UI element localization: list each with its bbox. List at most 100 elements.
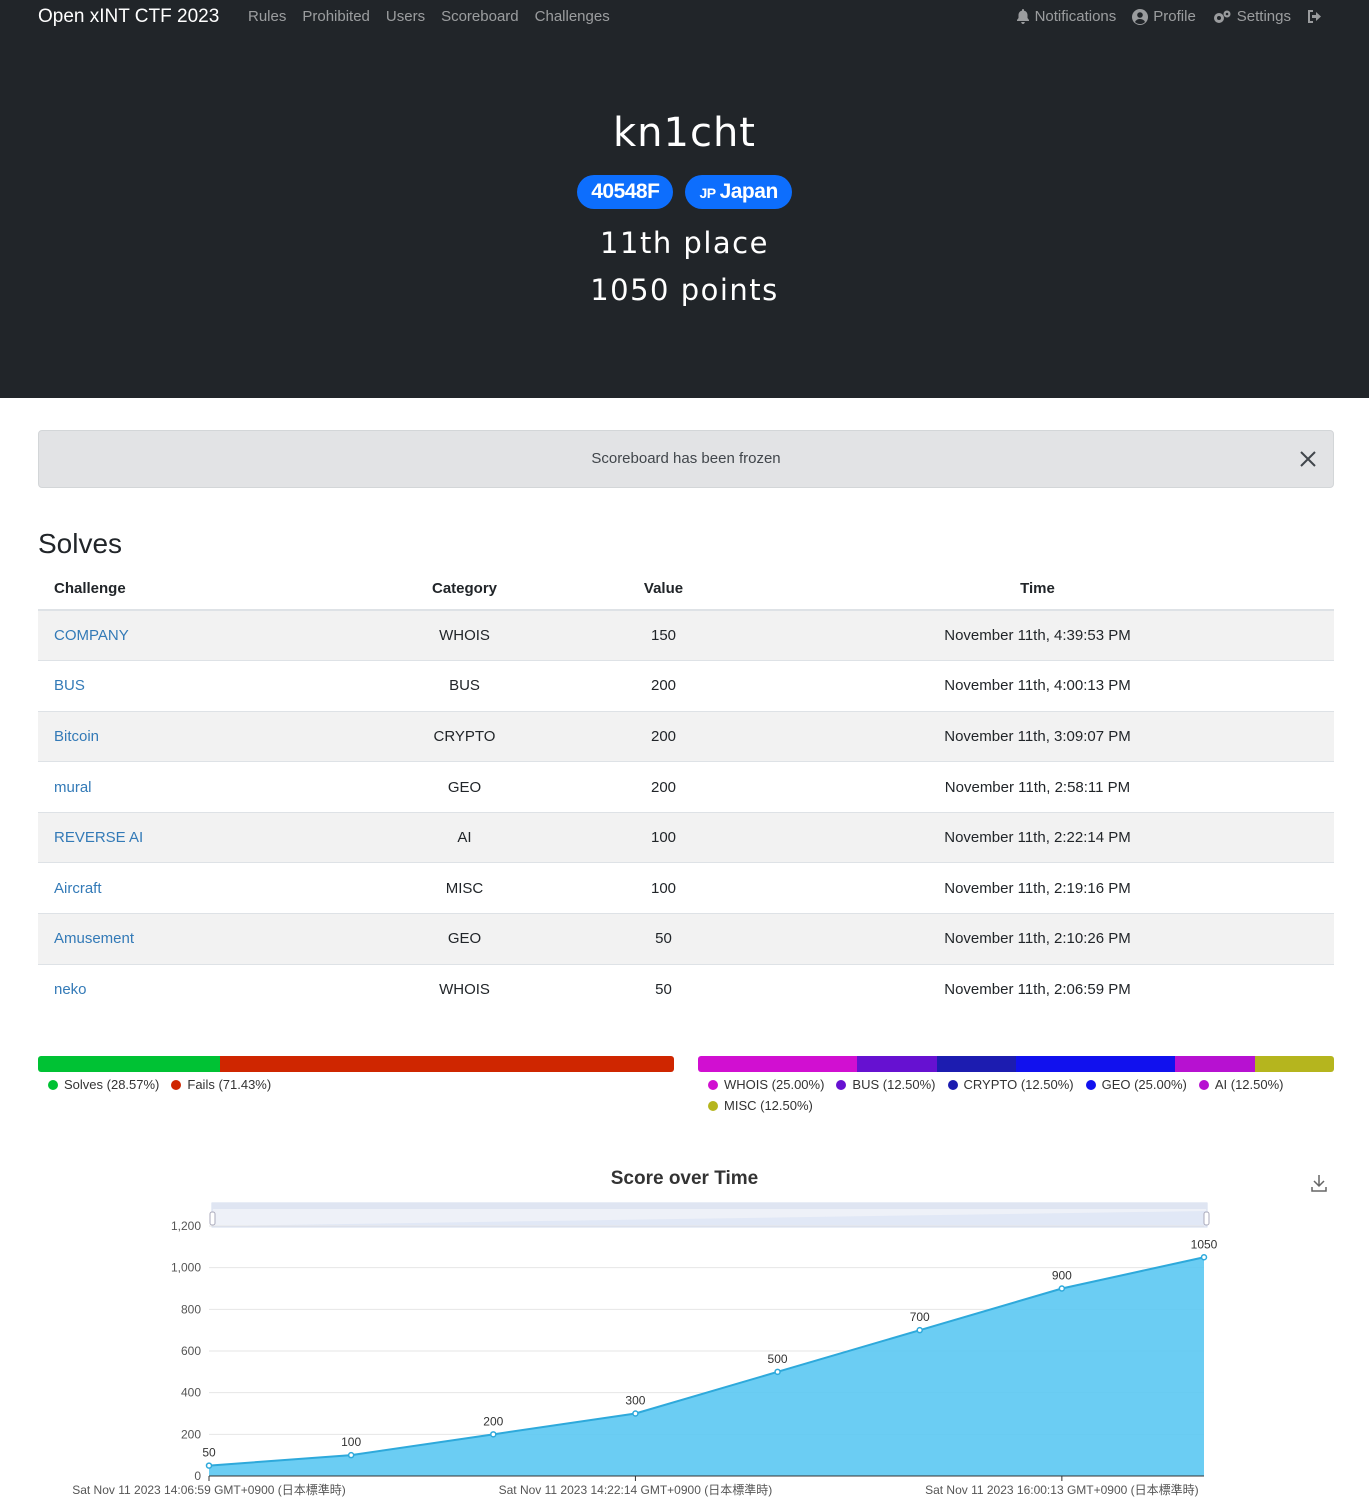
time-cell: November 11th, 3:09:07 PM (741, 710, 1334, 762)
data-point (1200, 1254, 1208, 1261)
brand-link[interactable]: Open xINT CTF 2023 (38, 6, 219, 28)
category-cell: CRYPTO (343, 710, 586, 762)
challenge-link[interactable]: Amusement (38, 913, 343, 965)
sign-out-icon (1308, 10, 1321, 23)
y-tick-label: 400 (181, 1386, 201, 1400)
data-label: 100 (341, 1435, 361, 1449)
category-cell: WHOIS (343, 609, 586, 661)
legend-dot (708, 1079, 718, 1090)
nav-profile-label: Profile (1153, 8, 1196, 25)
bar-segment (936, 1056, 1016, 1072)
legend-label: AI (12.50%) (1214, 1077, 1284, 1092)
legend-label: CRYPTO (12.50%) (963, 1077, 1074, 1092)
data-point (347, 1451, 355, 1459)
legend-item[interactable]: BUS (12.50%) (836, 1077, 936, 1092)
legend-item[interactable]: CRYPTO (12.50%) (947, 1077, 1074, 1092)
challenge-link[interactable]: BUS (38, 660, 343, 712)
nav-notifications[interactable]: Notifications (1016, 8, 1116, 25)
country-name: Japan (719, 180, 779, 203)
nav-logout[interactable] (1307, 9, 1323, 24)
value-cell: 100 (586, 862, 741, 914)
bar-segment (219, 1056, 674, 1072)
time-cell: November 11th, 2:19:16 PM (741, 862, 1334, 914)
data-label: 200 (483, 1414, 503, 1428)
bar-segment (1016, 1056, 1175, 1072)
category-cell: AI (343, 811, 586, 863)
nav-right: Notifications Profile Settings (1016, 8, 1323, 25)
category-legend: WHOIS (25.00%) BUS (12.50%) CRYPTO (12.50%… (708, 1077, 1328, 1113)
category-cell: GEO (343, 761, 586, 813)
nav-settings[interactable]: Settings (1212, 8, 1291, 25)
country-badge: JP Japan (685, 175, 792, 209)
legend-label: MISC (12.50%) (724, 1098, 813, 1113)
time-cell: November 11th, 2:58:11 PM (741, 761, 1334, 813)
alert-message: Scoreboard has been frozen (591, 450, 781, 467)
time-cell: November 11th, 2:22:14 PM (741, 811, 1334, 863)
badges: 40548F JP Japan (0, 175, 1369, 209)
table-row: Bitcoin CRYPTO 200 November 11th, 3:09:07 P… (38, 710, 1334, 762)
legend-label: BUS (12.50%) (852, 1077, 936, 1092)
value-cell: 200 (586, 761, 741, 813)
legend-label: GEO (25.00%) (1101, 1077, 1187, 1092)
nav-rules[interactable]: Rules (248, 8, 286, 25)
data-label: 300 (625, 1394, 645, 1408)
table-row: mural GEO 200 November 11th, 2:58:11 PM (38, 761, 1334, 813)
nav-prohibited[interactable]: Prohibited (302, 8, 370, 25)
category-cell: GEO (343, 913, 586, 965)
legend-item[interactable]: GEO (25.00%) (1085, 1077, 1187, 1092)
bar-segment (38, 1056, 220, 1072)
legend-label: Fails (71.43%) (187, 1077, 272, 1092)
value-cell: 50 (586, 913, 741, 965)
value-cell: 150 (586, 609, 741, 661)
nav-scoreboard[interactable]: Scoreboard (441, 8, 519, 25)
header-challenge: Challenge (38, 568, 343, 611)
bar-segment (1175, 1056, 1255, 1072)
y-tick-label: 200 (181, 1427, 201, 1441)
legend-label: WHOIS (25.00%) (724, 1077, 825, 1092)
download-icon[interactable] (1310, 1173, 1328, 1193)
legend-item[interactable]: MISC (12.50%) (708, 1098, 813, 1113)
data-point (774, 1368, 781, 1376)
zoom-slider-handle-bar (212, 1203, 1207, 1209)
legend-dot (708, 1100, 718, 1111)
challenge-link[interactable]: neko (38, 963, 343, 1015)
x-tick-label: Sat Nov 11 2023 16:00:13 GMT+0900 (日本標準時… (925, 1482, 1199, 1497)
y-tick-label: 0 (194, 1469, 201, 1483)
x-tick-label: Sat Nov 11 2023 14:06:59 GMT+0900 (日本標準時… (72, 1482, 346, 1497)
challenge-link[interactable]: Aircraft (38, 862, 343, 914)
frozen-alert: Scoreboard has been frozen (38, 430, 1334, 488)
challenge-link[interactable]: COMPANY (38, 609, 343, 661)
header-value: Value (586, 568, 741, 611)
zoom-handle-left (209, 1211, 216, 1226)
legend-item[interactable]: Fails (71.43%) (171, 1077, 271, 1092)
legend-item[interactable]: WHOIS (25.00%) (708, 1077, 824, 1092)
challenge-link[interactable]: REVERSE AI (38, 811, 343, 863)
nav-profile[interactable]: Profile (1132, 8, 1196, 25)
legend-item[interactable]: Solves (28.57%) (48, 1077, 159, 1092)
navbar: Open xINT CTF 2023 Rules Prohibited User… (0, 0, 1369, 36)
data-label: 700 (910, 1310, 930, 1324)
y-tick-label: 600 (181, 1344, 201, 1358)
data-point (490, 1431, 497, 1438)
close-icon[interactable] (1299, 450, 1317, 468)
nav-users[interactable]: Users (386, 8, 425, 25)
category-cell: MISC (343, 862, 586, 914)
data-point (632, 1410, 639, 1417)
solves-table: Challenge Category Value Time COMPANY WHO… (38, 568, 1334, 1015)
legend-dot (947, 1079, 958, 1090)
data-point (205, 1462, 213, 1469)
challenge-link[interactable]: mural (38, 761, 343, 813)
table-row: Aircraft MISC 100 November 11th, 2:19:16 PM (38, 862, 1334, 914)
data-label: 500 (768, 1352, 788, 1366)
x-tick-label: Sat Nov 11 2023 14:22:14 GMT+0900 (日本標準時… (499, 1482, 773, 1497)
challenge-link[interactable]: Bitcoin (38, 710, 343, 762)
gears-icon (1213, 10, 1231, 23)
solve-ratio-bar (38, 1056, 674, 1072)
score-chart: 0 200 400 600 800 1,000 1,200 50 100 200 300 500 700… (72, 1202, 1218, 1497)
y-tick-label: 1,000 (171, 1261, 201, 1275)
table-header: Challenge Category Value Time (38, 568, 1334, 611)
time-cell: November 11th, 4:00:13 PM (741, 660, 1334, 712)
data-label: 900 (1052, 1269, 1072, 1283)
legend-item[interactable]: AI (12.50%) (1198, 1077, 1284, 1092)
nav-challenges[interactable]: Challenges (535, 8, 610, 25)
